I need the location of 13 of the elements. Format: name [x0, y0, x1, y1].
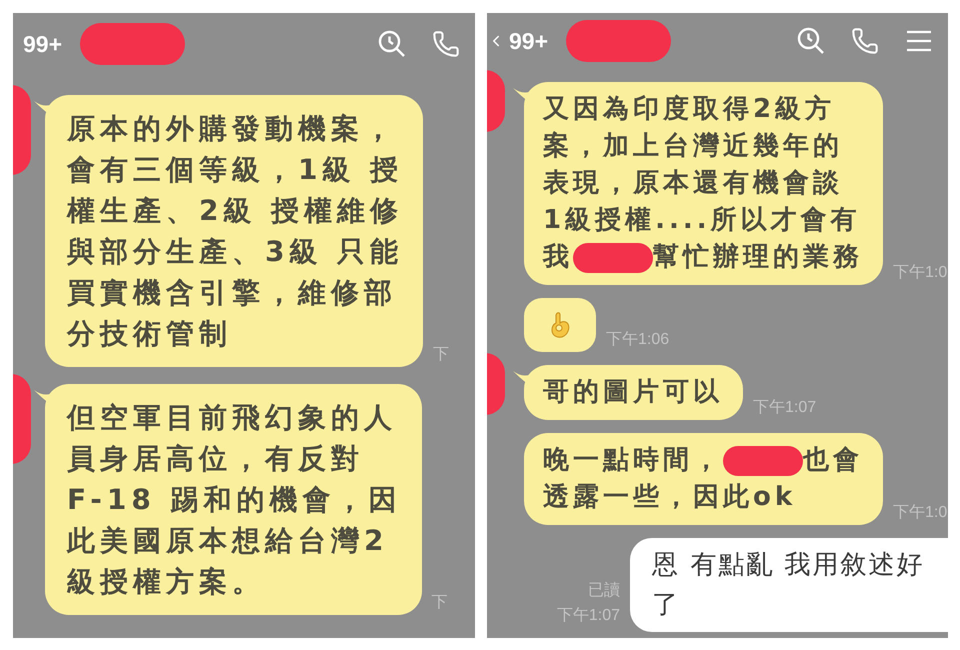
phone-icon — [851, 27, 879, 55]
message-text: 又因為印度取得2級方 案，加上台灣近幾年的 表現，原本還有機會談 1級授權....所以才會有 我 幫忙辦理的業務 — [543, 93, 863, 275]
message-text: 晚一點時間， 也會 透露一些，因此ok — [543, 444, 863, 514]
message-text: 原本的外購發動機案， 會有三個等級，1級 授 權生產、2級 授權維修 與部分生產、3級 只能 買實機含引擎，維修部 分技術管制 — [67, 111, 404, 352]
search-icon — [796, 26, 826, 56]
menu-icon — [906, 29, 932, 53]
message-text: 恩 有點亂 我用敘述好 了 — [652, 549, 926, 622]
message-text: 但空軍目前飛幻象的人 員身居高位，有反對 F-18 踢和的機會，因 此美國原本想給台灣2 級授權方案。 — [67, 400, 402, 600]
phone-icon — [432, 30, 460, 58]
unread-count: 99+ — [509, 28, 548, 54]
message-text: 哥的圖片可以 — [543, 376, 723, 409]
unread-count: 99+ — [23, 30, 62, 58]
search-icon — [377, 29, 407, 59]
